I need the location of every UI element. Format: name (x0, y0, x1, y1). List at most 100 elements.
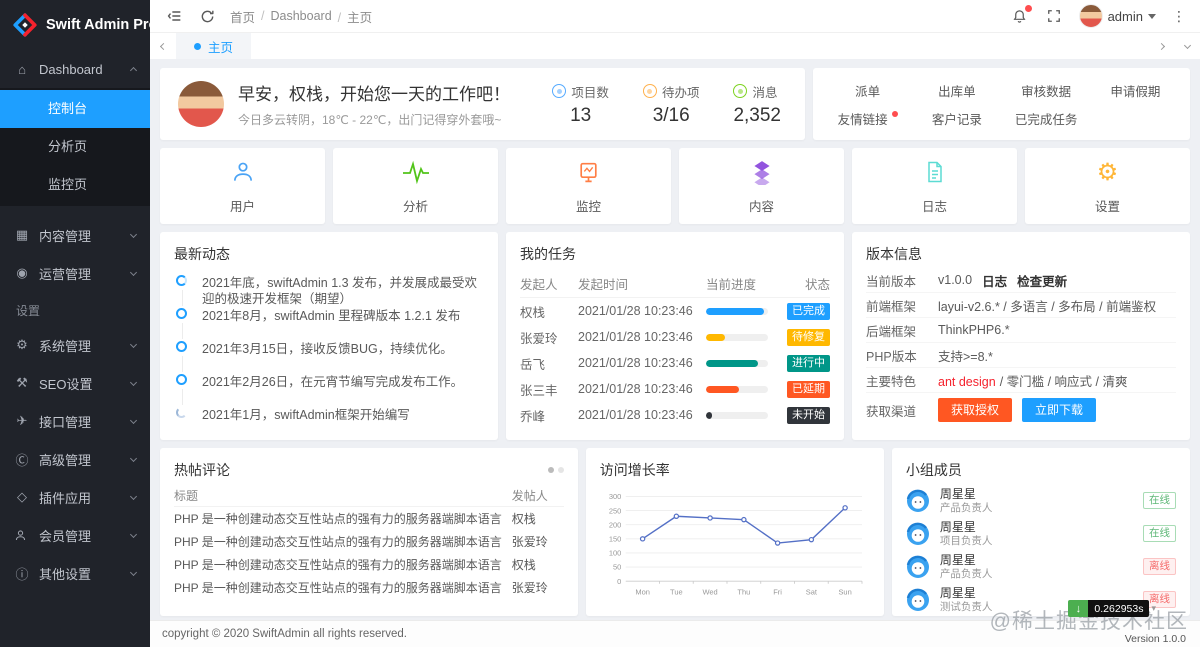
collapse-sidebar-icon[interactable] (166, 7, 184, 25)
sidebar-item-monitor[interactable]: 监控页 (0, 166, 150, 204)
post-title[interactable]: PHP 是一种创建动态交互性站点的强有力的服务器端脚本语言 (174, 533, 512, 550)
line-chart: 050100150200250300MonTueWedThuFriSatSun (586, 480, 884, 606)
quick-links-card: 派单 出库单 审核数据 申请假期 友情链接 客户记录 已完成任务 (813, 68, 1190, 140)
quick-link-customer-records[interactable]: 客户记录 (912, 104, 1001, 132)
sidebar-item-analysis[interactable]: 分析页 (0, 128, 150, 166)
table-header-row: 发起人 发起时间 当前进度 状态 (520, 270, 830, 298)
sidebar-item-label: 插件应用 (39, 488, 122, 507)
sidebar-item-advanced-mgmt[interactable]: Ⓒ 高级管理 (0, 440, 150, 478)
status-badge: 已延期 (787, 381, 830, 398)
quick-link-dispatch[interactable]: 派单 (823, 76, 912, 104)
post-title[interactable]: PHP 是一种创建动态交互性站点的强有力的服务器端脚本语言 (174, 556, 512, 573)
chevron-down-icon (130, 340, 137, 347)
sidebar-item-label: 其他设置 (39, 564, 122, 583)
shortcut-users[interactable]: 用户 (160, 148, 325, 224)
brand-logo-icon (12, 12, 38, 38)
sidebar-item-label: Dashboard (39, 62, 122, 77)
quick-link-outbound[interactable]: 出库单 (912, 76, 1001, 104)
shortcut-monitor[interactable]: 监控 (506, 148, 671, 224)
check-update-link[interactable]: 检查更新 (1017, 271, 1067, 290)
progress-bar (706, 334, 768, 341)
member-name: 周星星 (940, 488, 1143, 500)
version-label: PHP版本 (866, 346, 938, 365)
list-item: 周星星项目负责人 在线 (906, 517, 1176, 550)
breadcrumb-dashboard[interactable]: Dashboard (261, 9, 332, 23)
fullscreen-icon[interactable] (1045, 7, 1063, 25)
member-avatar (906, 522, 930, 546)
quick-link-completed-tasks[interactable]: 已完成任务 (1002, 104, 1091, 132)
chevron-down-icon (130, 416, 137, 423)
user-menu[interactable]: admin (1079, 4, 1156, 28)
tabs-scroll-left-icon[interactable] (150, 33, 176, 59)
sidebar-section-settings: 设置 (0, 292, 150, 326)
task-initiator: 岳飞 (520, 354, 578, 373)
version-row: 获取渠道 获取授权 立即下载 (866, 393, 1176, 427)
column-header: 状态 (782, 274, 830, 293)
growth-chart-svg: 050100150200250300MonTueWedThuFriSatSun (594, 484, 876, 606)
news-item: 2021年8月，swiftAdmin 里程碑版本 1.2.1 发布 (176, 307, 484, 340)
version-value: v1.0.0 (938, 273, 972, 287)
sidebar-item-label: 会员管理 (39, 526, 122, 545)
tabs-scroll-right-icon[interactable] (1148, 33, 1174, 59)
sidebar-item-content-mgmt[interactable]: ▦ 内容管理 (0, 216, 150, 254)
layers-icon (749, 157, 775, 187)
task-time: 2021/01/28 10:23:46 (578, 304, 706, 318)
quick-link-leave-request[interactable]: 申请假期 (1091, 76, 1180, 104)
messages-icon (733, 84, 747, 98)
sidebar-item-other-settings[interactable]: ⓘ 其他设置 (0, 554, 150, 592)
progress-bar (706, 360, 768, 367)
post-title[interactable]: PHP 是一种创建动态交互性站点的强有力的服务器端脚本语言 (174, 579, 512, 596)
version-value: ThinkPHP6.* (938, 323, 1010, 337)
sidebar-item-label: 系统管理 (39, 336, 122, 355)
breadcrumb-current[interactable]: 主页 (338, 7, 373, 26)
member-role: 产品负责人 (940, 502, 1143, 514)
sidebar-item-member-mgmt[interactable]: 会员管理 (0, 516, 150, 554)
status-badge: 未开始 (787, 407, 830, 424)
user-avatar (178, 81, 224, 127)
sidebar-item-seo-settings[interactable]: ⚒ SEO设置 (0, 364, 150, 402)
carousel-dot-active[interactable] (548, 467, 554, 473)
more-menu-icon[interactable]: ⋮ (1172, 8, 1186, 25)
changelog-link[interactable]: 日志 (982, 271, 1007, 290)
notifications-bell-icon[interactable] (1011, 7, 1029, 25)
shortcut-settings[interactable]: ⚙ 设置 (1025, 148, 1190, 224)
table-row: PHP 是一种创建动态交互性站点的强有力的服务器端脚本语言 权栈 (174, 553, 564, 576)
gear-icon: ⚙ (1097, 157, 1119, 187)
tab-home[interactable]: 主页 (176, 33, 251, 59)
status-badge: 离线 (1143, 558, 1176, 575)
svg-text:Wed: Wed (702, 587, 717, 596)
download-now-button[interactable]: 立即下载 (1022, 398, 1096, 422)
task-initiator: 乔峰 (520, 406, 578, 425)
shortcut-content[interactable]: 内容 (679, 148, 844, 224)
load-time: 0.262953s (1088, 600, 1149, 617)
todos-icon (643, 84, 657, 98)
column-header: 发起时间 (578, 274, 706, 293)
post-title[interactable]: PHP 是一种创建动态交互性站点的强有力的服务器端脚本语言 (174, 510, 512, 527)
brand-logo[interactable]: Swift Admin Pro (0, 0, 150, 50)
tabs-menu-icon[interactable] (1174, 33, 1200, 59)
get-license-button[interactable]: 获取授权 (938, 398, 1012, 422)
carousel-dot[interactable] (558, 467, 564, 473)
quick-link-friend-links[interactable]: 友情链接 (823, 104, 912, 132)
quick-link-audit-data[interactable]: 审核数据 (1002, 76, 1091, 104)
shortcut-logs[interactable]: 日志 (852, 148, 1017, 224)
sidebar-item-api-mgmt[interactable]: ✈ 接口管理 (0, 402, 150, 440)
spinner-icon (176, 275, 187, 286)
page-speed-widget: ↓ 0.262953s ▾ (1068, 600, 1156, 617)
sidebar-item-plugins[interactable]: ◇ 插件应用 (0, 478, 150, 516)
refresh-icon[interactable] (198, 7, 216, 25)
shortcut-analysis[interactable]: 分析 (333, 148, 498, 224)
version-text: Version 1.0.0 (1125, 633, 1186, 645)
breadcrumb-home[interactable]: 首页 (230, 7, 255, 26)
progress-bar (706, 386, 768, 393)
shortcut-label: 分析 (403, 196, 428, 215)
card-title: 最新动态 (160, 232, 498, 264)
sidebar-item-console[interactable]: 控制台 (0, 90, 150, 128)
sidebar-item-dashboard[interactable]: ⌂ Dashboard (0, 50, 150, 88)
stat-label: 待办项 (662, 82, 700, 101)
sidebar-item-operation-mgmt[interactable]: ◉ 运营管理 (0, 254, 150, 292)
sidebar-item-system-mgmt[interactable]: ⚙ 系统管理 (0, 326, 150, 364)
svg-text:0: 0 (617, 577, 621, 586)
shortcut-label: 设置 (1095, 196, 1120, 215)
tab-bar: 主页 (150, 33, 1200, 60)
